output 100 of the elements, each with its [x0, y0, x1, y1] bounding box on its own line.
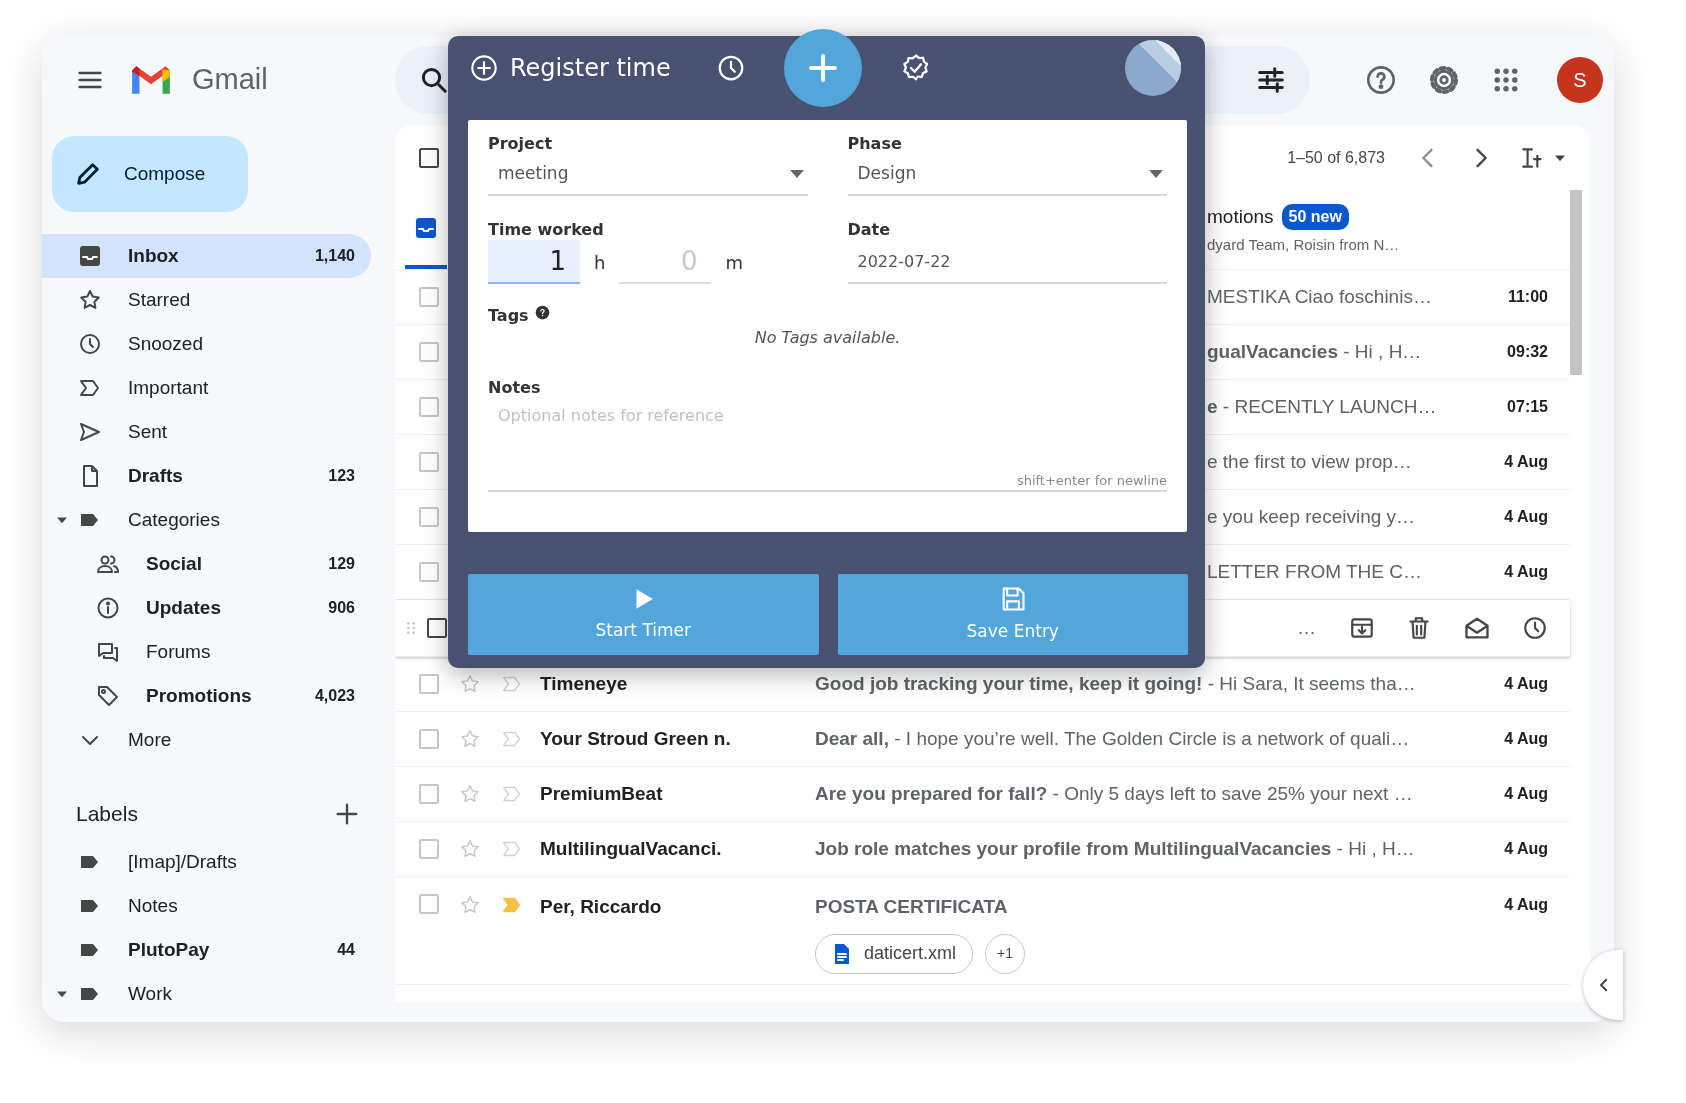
row-checkbox[interactable] [427, 618, 447, 638]
email-time: 4 Aug [1504, 507, 1548, 527]
clock-icon [78, 332, 102, 356]
empty-tags-text: No Tags available. [753, 327, 902, 349]
email-time: 4 Aug [1504, 562, 1548, 582]
nav-item[interactable]: Categories [42, 498, 371, 542]
send-icon [78, 420, 102, 444]
field-label: Project [488, 133, 554, 154]
nav-item[interactable]: Work [42, 972, 371, 1016]
field-label: Date [847, 219, 892, 240]
email-time: 4 Aug [1504, 452, 1548, 472]
nav-item[interactable]: Drafts 123 [42, 454, 371, 498]
email-preview: Are you prepared for fall? - Only 5 days left to save 25% your next … [815, 781, 1413, 806]
clock-icon [716, 53, 746, 83]
nav-item[interactable]: Social 129 [42, 542, 371, 586]
page-range: 1–50 of 6,873 [1287, 147, 1385, 168]
tab-senders: dyard Team, Roisin from N… [1207, 234, 1400, 255]
email-sender: Per, Riccardo [540, 895, 663, 919]
filter-icon [1256, 65, 1286, 95]
field-label: Time worked [488, 219, 605, 240]
compose-button[interactable]: Compose [52, 136, 248, 212]
help-icon[interactable] [1365, 64, 1397, 96]
more-attachments-chip[interactable]: +1 [985, 933, 1026, 974]
category-tab[interactable]: motions 50 new dyard Team, Roisin from N… [1207, 190, 1400, 269]
caret-icon [789, 170, 804, 178]
inbox-icon [414, 215, 438, 240]
info-icon [96, 596, 120, 620]
unit-label: h [594, 250, 606, 275]
search-icon [419, 65, 449, 95]
avatar[interactable]: S [1557, 57, 1603, 103]
app-name: Gmail [192, 62, 268, 98]
hours-field[interactable]: 1 [488, 240, 580, 284]
nav-item[interactable]: Important [42, 366, 371, 410]
email-preview: Dear all, - I hope you’re well. The Golden Circle is a network of quali… [815, 726, 1410, 751]
settings-icon[interactable] [1428, 64, 1460, 96]
email-preview: e the first to view prop… [1207, 449, 1412, 474]
archive-icon[interactable] [1349, 615, 1375, 641]
nav-item[interactable]: Inbox 1,140 [42, 234, 371, 278]
delete-icon[interactable] [1406, 615, 1432, 641]
nav-item[interactable]: Notes [42, 884, 371, 928]
nav-item[interactable]: More [42, 718, 371, 762]
email-time: 11:00 [1507, 287, 1548, 307]
email-preview: e you keep receiving y… [1207, 504, 1416, 529]
unit-label: m [725, 250, 743, 275]
select-all-checkbox[interactable] [419, 147, 439, 168]
email-time: 07:15 [1507, 397, 1548, 417]
new-count-badge: 50 new [1281, 204, 1349, 231]
panel-title: Register time [510, 53, 672, 84]
star-icon[interactable] [459, 838, 481, 860]
email-time: 4 Aug [1504, 674, 1548, 694]
nav-item[interactable]: Starred [42, 278, 371, 322]
email-preview: POSTA CERTIFICATA [815, 895, 1009, 919]
field-label: Phase [847, 133, 903, 154]
nav-item[interactable]: PlutoPay 44 [42, 928, 371, 972]
email-sender: Timeneye [540, 671, 629, 696]
email-sender: MultilingualVacanci. [540, 836, 723, 861]
field-label: Tags [488, 305, 529, 326]
email-preview: gualVacancies - Hi , H… [1207, 339, 1422, 364]
logo-icon [130, 64, 172, 96]
email-preview: LETTER FROM THE C… [1207, 559, 1422, 584]
email-preview: MESTIKA Ciao foschinis… [1207, 284, 1432, 309]
scrollbar[interactable] [1570, 190, 1582, 375]
email-sender: Your Stroud Green n. [540, 726, 732, 751]
caret-icon [1149, 170, 1163, 178]
avatar-icon[interactable] [1125, 40, 1181, 96]
field-label: Notes [488, 377, 542, 398]
nav-item[interactable]: Updates 906 [42, 586, 371, 630]
email-preview: e - RECENTLY LAUNCH… [1207, 394, 1437, 419]
section-heading: Labels [76, 801, 138, 828]
nav-item[interactable]: Snoozed [42, 322, 371, 366]
inbox-icon [78, 244, 102, 268]
nav-item[interactable]: [Imap]/Drafts [42, 840, 371, 884]
plus-circle-icon [470, 54, 498, 82]
tag-icon [96, 684, 120, 708]
attachment-chip[interactable]: daticert.xml [815, 933, 974, 974]
email-time: 4 Aug [1504, 784, 1548, 804]
star-icon[interactable] [459, 728, 481, 750]
project-select[interactable]: meeting [488, 154, 808, 196]
email-time: 09:32 [1507, 342, 1548, 362]
tab-label: motions [1207, 205, 1274, 229]
email-preview: … [1297, 615, 1316, 640]
email-sender: PremiumBeat [540, 781, 664, 806]
email-preview: Job role matches your profile from MultilingualVacancies - Hi , H… [815, 836, 1415, 861]
star-icon[interactable] [459, 894, 481, 916]
hint-text: shift+enter for newline [1015, 471, 1167, 490]
nav-item[interactable]: Sent [42, 410, 371, 454]
email-preview: Good job tracking your time, keep it going! - Hi Sara, It seems tha… [815, 671, 1416, 696]
help-icon [534, 304, 550, 320]
star-icon[interactable] [459, 673, 481, 695]
phase-select[interactable]: Design [847, 154, 1167, 196]
pencil-icon [74, 160, 102, 188]
email-time: 4 Aug [1504, 839, 1548, 859]
email-time: 4 Aug [1504, 895, 1548, 915]
star-icon[interactable] [459, 783, 481, 805]
chat-icon [96, 640, 120, 664]
nav-item[interactable]: Forums [42, 630, 371, 674]
check-badge-icon [901, 53, 931, 83]
nav-item[interactable]: Promotions 4,023 [42, 674, 371, 718]
email-time: 4 Aug [1504, 729, 1548, 749]
clock-icon[interactable] [1522, 615, 1548, 641]
